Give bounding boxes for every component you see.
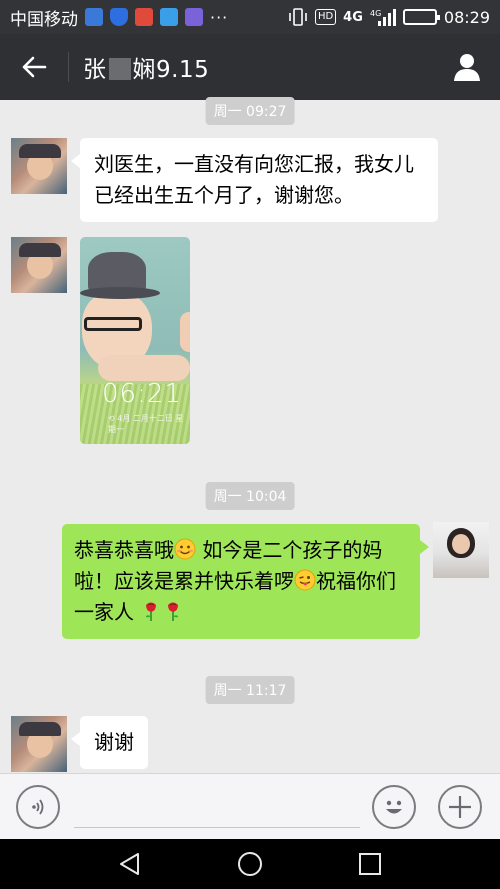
- voice-icon: [32, 799, 44, 815]
- message-text-part1: 恭喜恭喜哦: [74, 538, 174, 562]
- photo-hat-brim: [80, 287, 160, 299]
- my-avatar[interactable]: [433, 522, 489, 578]
- face-notification-icon: [135, 8, 153, 26]
- nav-recents-button[interactable]: [350, 844, 390, 884]
- clock: 08:29: [443, 7, 490, 27]
- chat-title: 张娴9.15: [83, 50, 209, 84]
- carrier-name: 中国移动: [10, 9, 78, 30]
- nav-back-icon: [120, 853, 139, 875]
- chat-info-button[interactable]: [434, 34, 500, 100]
- chat-header: 张娴9.15: [0, 34, 500, 100]
- vibrate-icon: [289, 8, 307, 26]
- nav-recents-icon: [359, 853, 381, 875]
- shield-notification-icon: [110, 8, 128, 26]
- chat-notification-icon: [160, 8, 178, 26]
- back-button[interactable]: [0, 34, 68, 100]
- winking-tongue-emoji: [294, 569, 316, 591]
- arrow-left-icon: [22, 56, 47, 78]
- person-icon: [454, 54, 480, 81]
- svg-text:4G: 4G: [370, 9, 381, 18]
- system-nav-bar: [0, 839, 500, 889]
- status-right: HD 4G 4G 08:29: [288, 8, 490, 27]
- message-text: 刘医生，一直没有向您汇报，我女儿已经出生五个月了，谢谢您。: [94, 152, 414, 207]
- more-functions-button[interactable]: [438, 785, 482, 829]
- nav-home-button[interactable]: [230, 844, 270, 884]
- nav-home-icon: [238, 852, 262, 876]
- smiling-face-emoji: [174, 538, 196, 560]
- message-text: 谢谢: [94, 730, 134, 754]
- input-bar: [0, 773, 500, 839]
- timestamp: 周一 11:17: [205, 676, 295, 704]
- header-divider: [68, 52, 69, 82]
- timestamp: 周一 10:04: [205, 482, 295, 510]
- nav-back-button[interactable]: [110, 844, 150, 884]
- emoji-icon: [386, 800, 402, 814]
- message-input[interactable]: [74, 786, 360, 828]
- emoji-button[interactable]: [372, 785, 416, 829]
- chat-title-suffix: 娴9.15: [132, 57, 210, 83]
- app-notification-icon: [185, 8, 203, 26]
- incoming-message-bubble[interactable]: 刘医生，一直没有向您汇报，我女儿已经出生五个月了，谢谢您。: [71, 138, 438, 222]
- rose-emoji: [146, 602, 157, 621]
- contact-avatar[interactable]: [11, 138, 67, 194]
- status-left: 中国移动 ···: [10, 5, 228, 30]
- rose-emoji: [168, 602, 179, 621]
- more-notifications-icon: ···: [210, 7, 229, 27]
- outgoing-message-bubble[interactable]: 恭喜恭喜哦 如今是二个孩子的妈啦！应该是累并快乐着啰 祝福你们一家人: [62, 524, 429, 639]
- status-bar: 中国移动 ··· HD 4G 4G 08:29: [0, 0, 500, 34]
- contact-avatar[interactable]: [11, 237, 67, 293]
- maps-notification-icon: [85, 8, 103, 26]
- photo-lockscreen-date: ⟲ 4月 二月十二日 星期一: [108, 414, 184, 434]
- incoming-message-bubble[interactable]: 谢谢: [71, 716, 148, 769]
- photo-hand: [180, 312, 190, 352]
- contact-avatar[interactable]: [11, 716, 67, 772]
- network-4g-label: 4G: [343, 9, 363, 25]
- redacted-block: [108, 58, 131, 80]
- hd-voice-badge: HD: [314, 9, 337, 25]
- photo-message[interactable]: 06:21 ⟲ 4月 二月十二日 星期一: [80, 237, 190, 444]
- timestamp: 周一 09:27: [205, 97, 295, 125]
- plus-icon: [449, 796, 471, 818]
- voice-input-button[interactable]: [16, 785, 60, 829]
- photo-lockscreen-clock: 06:21: [102, 379, 182, 409]
- photo-glasses: [84, 317, 142, 331]
- signal-icon: 4G: [370, 9, 396, 26]
- battery-icon: [402, 9, 440, 25]
- chat-title-prefix: 张: [83, 57, 107, 83]
- photo-arm: [98, 355, 190, 381]
